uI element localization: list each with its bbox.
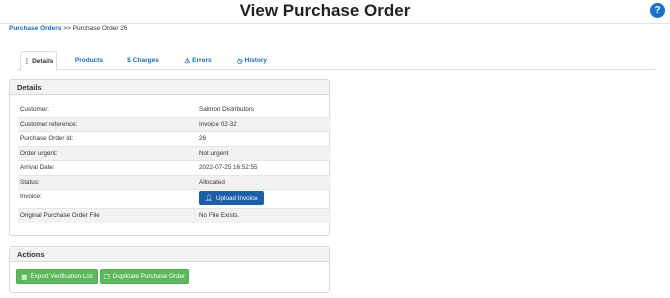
- detail-row-original-file: Original Purchase Order File No File Exi…: [18, 208, 331, 223]
- export-verification-list-label: Export Verification List: [30, 273, 93, 280]
- breadcrumb-purchase-orders-link[interactable]: Purchase Orders: [9, 25, 61, 32]
- detail-label: Invoice:: [20, 193, 42, 200]
- detail-value: 26: [199, 135, 207, 143]
- tab-products[interactable]: Products: [73, 51, 105, 70]
- detail-value: 2022-07-25 16:52:55: [199, 164, 258, 172]
- detail-value: Invoice 02-32: [199, 120, 237, 128]
- details-panel: Details Customer: Salmon Distributors Cu…: [9, 79, 331, 236]
- detail-row-arrival-date: Arrival Date: 2022-07-25 16:52:55: [18, 160, 331, 175]
- export-verification-list-button[interactable]: ▦ Export Verification List: [16, 269, 98, 284]
- tab-bar: ⋮ Details Products $ Charges ⚠ Errors ◷ …: [17, 51, 655, 71]
- detail-label: Customer reference:: [20, 120, 78, 128]
- tab-errors[interactable]: ⚠ Errors: [182, 51, 214, 70]
- duplicate-purchase-order-label: Duplicate Purchase Order: [112, 273, 186, 280]
- detail-row-status: Status: Allocated: [18, 174, 331, 189]
- page-title: View Purchase Order: [239, 1, 411, 20]
- list-icon: ⋮: [23, 58, 31, 65]
- duplicate-purchase-order-button[interactable]: ❐ Duplicate Purchase Order: [100, 269, 189, 284]
- tab-details[interactable]: ⋮ Details: [20, 51, 57, 71]
- detail-label: Purchase Order Id:: [20, 135, 74, 143]
- detail-row-invoice: Invoice: 👤︎ Upload Invoice: [18, 189, 331, 208]
- actions-panel-title: Actions: [10, 247, 329, 262]
- upload-invoice-button[interactable]: 👤︎ Upload Invoice: [199, 191, 264, 205]
- detail-label: Status:: [20, 178, 40, 186]
- tab-products-label: Products: [74, 57, 104, 64]
- tab-errors-label: Errors: [192, 57, 212, 64]
- tab-charges[interactable]: $ Charges: [125, 51, 161, 70]
- detail-value: Not urgent: [199, 149, 229, 157]
- detail-value: No File Exists.: [199, 212, 240, 220]
- tab-history[interactable]: ◷ History: [234, 51, 270, 70]
- table-icon: ▦: [21, 273, 28, 281]
- detail-value: Allocated: [199, 178, 225, 186]
- user-upload-icon: 👤︎: [205, 195, 213, 202]
- breadcrumb-separator: >>: [63, 25, 71, 32]
- breadcrumb-current: Purchase Order 26: [72, 25, 128, 32]
- detail-value: Salmon Distributors: [199, 105, 254, 113]
- detail-row-customer-reference: Customer reference: Invoice 02-32: [18, 116, 331, 131]
- detail-label: Arrival Date:: [20, 164, 55, 172]
- clock-icon: ◷: [236, 57, 243, 65]
- detail-label: Original Purchase Order File: [20, 212, 100, 220]
- dollar-icon: $: [127, 57, 131, 64]
- help-question-icon[interactable]: ?: [650, 3, 665, 18]
- details-panel-title: Details: [10, 80, 329, 95]
- detail-row-customer: Customer: Salmon Distributors: [18, 102, 331, 117]
- breadcrumb: Purchase Orders >> Purchase Order 26: [9, 25, 128, 32]
- detail-label: Order urgent:: [20, 149, 58, 157]
- warning-icon: ⚠: [184, 57, 191, 65]
- tab-details-label: Details: [32, 57, 54, 65]
- detail-row-order-urgent: Order urgent: Not urgent: [18, 145, 331, 160]
- tab-history-label: History: [244, 57, 268, 64]
- header-divider: [0, 23, 670, 24]
- copy-icon: ❐: [103, 273, 110, 281]
- detail-label: Customer:: [20, 105, 50, 113]
- detail-row-purchase-order-id: Purchase Order Id: 26: [18, 131, 331, 146]
- upload-invoice-label: Upload Invoice: [216, 194, 258, 202]
- tab-charges-label: Charges: [132, 57, 159, 64]
